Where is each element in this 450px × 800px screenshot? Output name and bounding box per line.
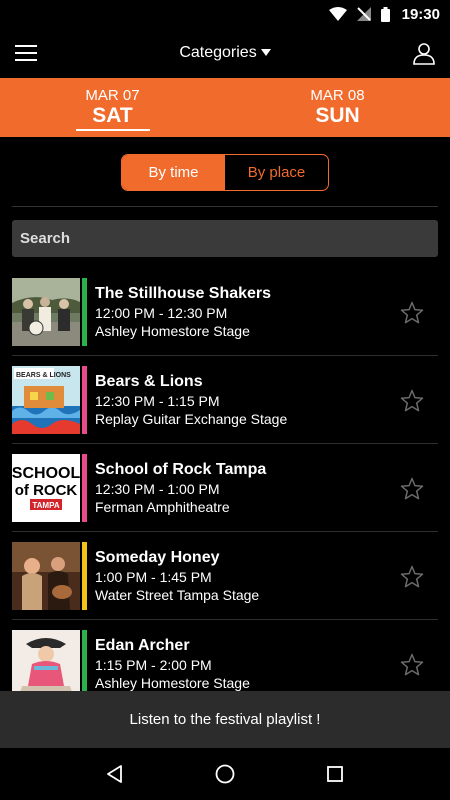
school-thumb-line3: TAMPA xyxy=(32,501,59,510)
tab-day: SUN xyxy=(315,104,360,127)
event-info: School of Rock Tampa 12:30 PM - 1:00 PM … xyxy=(95,460,438,516)
category-color-bar xyxy=(82,277,87,346)
event-time: 12:30 PM - 1:15 PM xyxy=(95,392,220,409)
event-list[interactable]: The Stillhouse Shakers 12:00 PM - 12:30 … xyxy=(12,268,438,691)
system-nav-bar xyxy=(0,748,450,800)
user-profile-icon[interactable] xyxy=(410,39,438,67)
event-name: The Stillhouse Shakers xyxy=(95,284,272,302)
event-thumbnail xyxy=(12,541,80,610)
caret-down-icon xyxy=(260,44,271,62)
by-place-button[interactable]: By place xyxy=(225,155,328,190)
event-info: The Stillhouse Shakers 12:00 PM - 12:30 … xyxy=(95,284,438,340)
school-thumb-line2: of ROCK xyxy=(15,482,78,499)
recent-apps-icon[interactable] xyxy=(320,759,350,789)
back-icon[interactable] xyxy=(100,759,130,789)
favorite-star-icon[interactable] xyxy=(400,565,424,589)
battery-icon xyxy=(380,6,390,22)
categories-dropdown[interactable]: Categories xyxy=(179,44,271,62)
event-info: Edan Archer 1:15 PM - 2:00 PM Ashley Hom… xyxy=(95,636,438,692)
search-input[interactable]: Search xyxy=(12,220,438,257)
playlist-label: Listen to the festival playlist ! xyxy=(129,711,321,728)
event-name: Bears & Lions xyxy=(95,372,203,390)
app-bar: Categories xyxy=(0,28,450,78)
tab-day-sat[interactable]: MAR 07 SAT xyxy=(0,78,225,137)
search-placeholder: Search xyxy=(20,230,71,247)
event-time: 1:15 PM - 2:00 PM xyxy=(95,656,212,673)
favorite-star-icon[interactable] xyxy=(400,301,424,325)
event-thumbnail: SCHOOL of ROCK TAMPA xyxy=(12,453,80,522)
favorite-star-icon[interactable] xyxy=(400,389,424,413)
school-thumb-line1: SCHOOL xyxy=(12,465,80,482)
event-stage: Ashley Homestore Stage xyxy=(95,674,250,691)
event-time: 1:00 PM - 1:45 PM xyxy=(95,568,212,585)
category-color-bar xyxy=(82,629,87,691)
category-color-bar xyxy=(82,541,87,610)
favorite-star-icon[interactable] xyxy=(400,653,424,677)
active-tab-indicator xyxy=(75,129,150,131)
status-time: 19:30 xyxy=(401,5,440,23)
tab-date: MAR 08 xyxy=(310,87,365,104)
no-signal-icon xyxy=(356,7,371,21)
menu-icon[interactable] xyxy=(12,39,40,67)
event-thumbnail xyxy=(12,629,80,691)
favorite-star-icon[interactable] xyxy=(400,477,424,501)
by-time-button[interactable]: By time xyxy=(122,155,225,190)
event-info: Someday Honey 1:00 PM - 1:45 PM Water St… xyxy=(95,548,438,604)
category-color-bar xyxy=(82,453,87,522)
wifi-icon xyxy=(328,7,347,21)
day-tabs: MAR 07 SAT MAR 08 SUN xyxy=(0,78,450,137)
festival-playlist-button[interactable]: Listen to the festival playlist ! xyxy=(0,691,450,748)
event-name: School of Rock Tampa xyxy=(95,460,267,478)
list-item[interactable]: BEARS & LIONS Bears & Lions 12:30 PM - 1… xyxy=(12,356,438,444)
event-time: 12:30 PM - 1:00 PM xyxy=(95,480,220,497)
list-item[interactable]: Edan Archer 1:15 PM - 2:00 PM Ashley Hom… xyxy=(12,620,438,691)
event-name: Edan Archer xyxy=(95,636,190,654)
status-bar: 19:30 xyxy=(0,0,450,28)
divider xyxy=(12,206,438,207)
list-item[interactable]: SCHOOL of ROCK TAMPA School of Rock Tamp… xyxy=(12,444,438,532)
event-stage: Water Street Tampa Stage xyxy=(95,586,260,603)
tab-day-sun[interactable]: MAR 08 SUN xyxy=(225,78,450,137)
event-time: 12:00 PM - 12:30 PM xyxy=(95,304,228,321)
event-info: Bears & Lions 12:30 PM - 1:15 PM Replay … xyxy=(95,372,438,428)
category-color-bar xyxy=(82,365,87,434)
event-thumbnail: BEARS & LIONS xyxy=(12,365,80,434)
event-name: Someday Honey xyxy=(95,548,220,566)
list-item[interactable]: The Stillhouse Shakers 12:00 PM - 12:30 … xyxy=(12,268,438,356)
event-stage: Ferman Amphitheatre xyxy=(95,498,230,515)
event-stage: Ashley Homestore Stage xyxy=(95,322,250,339)
bears-thumb-text: BEARS & LIONS xyxy=(16,372,71,379)
list-item[interactable]: Someday Honey 1:00 PM - 1:45 PM Water St… xyxy=(12,532,438,620)
home-icon[interactable] xyxy=(210,759,240,789)
tab-date: MAR 07 xyxy=(85,87,140,104)
event-thumbnail xyxy=(12,277,80,346)
event-stage: Replay Guitar Exchange Stage xyxy=(95,410,288,427)
view-toggle: By time By place xyxy=(121,154,329,191)
tab-day: SAT xyxy=(92,104,133,127)
categories-label: Categories xyxy=(179,44,257,61)
